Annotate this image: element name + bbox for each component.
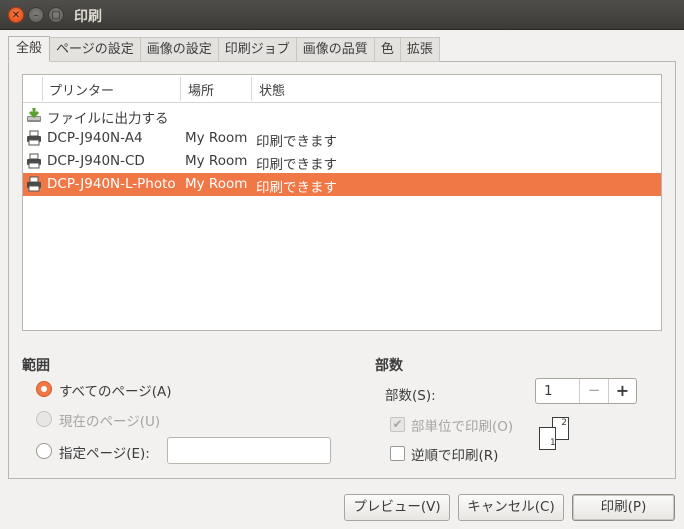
tab-image-quality[interactable]: 画像の品質 (296, 37, 375, 62)
collate-page-front: 1 (539, 427, 556, 450)
tab-image-setup[interactable]: 画像の設定 (140, 37, 219, 62)
tab-print-job[interactable]: 印刷ジョブ (218, 37, 297, 62)
check-icon: ✔ (392, 417, 403, 431)
maximize-icon: □ (51, 10, 61, 21)
printer-location: My Room (185, 153, 248, 169)
printer-row-file[interactable]: ファイルに出力する (23, 104, 661, 127)
printer-location: My Room (185, 130, 248, 146)
tab-general[interactable]: 全般 (8, 36, 51, 62)
tab-advanced[interactable]: 拡張 (400, 37, 440, 62)
minimize-icon: – (33, 10, 39, 21)
copies-heading: 部数 (375, 358, 403, 374)
printer-status: 印刷できます (256, 157, 337, 173)
printer-location: My Room (185, 176, 248, 192)
printer-list-header: プリンター 場所 状態 (23, 75, 661, 103)
printer-row-a4[interactable]: DCP-J940N-A4 My Room 印刷できます (23, 127, 661, 150)
decrement-button: − (579, 379, 608, 403)
collate-checkbox: ✔ (390, 417, 405, 432)
copies-spinner[interactable]: 1 − + (535, 378, 637, 404)
column-location[interactable]: 場所 (188, 80, 214, 99)
pages-input[interactable] (167, 437, 331, 464)
printer-name: DCP-J940N-CD (47, 153, 145, 169)
close-icon: ✕ (11, 10, 21, 21)
title-bar: ✕ – □ 印刷 (0, 0, 684, 30)
printer-status: 印刷できます (256, 134, 337, 150)
print-to-file-icon (26, 107, 42, 123)
printer-row-l-photo[interactable]: DCP-J940N-L-Photo My Room 印刷できます (23, 173, 661, 196)
current-page-radio (36, 411, 52, 427)
copies-label: 部数(S): (385, 388, 436, 404)
increment-button[interactable]: + (608, 379, 636, 403)
window-title: 印刷 (74, 9, 102, 25)
tab-bar: 全般 ページの設定 画像の設定 印刷ジョブ 画像の品質 色 拡張 (8, 36, 440, 62)
copies-value[interactable]: 1 (544, 383, 553, 399)
close-window-button[interactable]: ✕ (8, 7, 24, 23)
specified-pages-radio[interactable] (36, 443, 52, 459)
print-button[interactable]: 印刷(P) (572, 494, 675, 521)
collate-label: 部単位で印刷(O) (411, 419, 514, 435)
current-page-label: 現在のページ(U) (59, 414, 161, 430)
printer-name: DCP-J940N-L-Photo (47, 176, 176, 192)
reverse-checkbox[interactable] (390, 446, 405, 461)
all-pages-label[interactable]: すべてのページ(A) (59, 380, 172, 400)
range-heading: 範囲 (22, 358, 50, 374)
tab-color[interactable]: 色 (374, 37, 401, 62)
printer-status: 印刷できます (256, 180, 337, 196)
minimize-window-button[interactable]: – (28, 7, 44, 23)
printer-name: DCP-J940N-A4 (47, 130, 143, 146)
printer-icon (26, 130, 42, 146)
specified-pages-label[interactable]: 指定ページ(E): (59, 442, 150, 462)
printer-list[interactable]: プリンター 場所 状態 ファイルに出力する DCP-J940N-A4 My Ro… (22, 74, 662, 331)
reverse-label[interactable]: 逆順で印刷(R) (411, 444, 498, 464)
column-status[interactable]: 状態 (259, 80, 285, 99)
printer-icon (26, 176, 42, 192)
printer-icon (26, 153, 42, 169)
preview-button[interactable]: プレビュー(V) (344, 494, 450, 521)
tab-page-setup[interactable]: ページの設定 (50, 37, 141, 62)
printer-row-cd[interactable]: DCP-J940N-CD My Room 印刷できます (23, 150, 661, 173)
maximize-window-button[interactable]: □ (48, 7, 64, 23)
printer-name: ファイルに出力する (47, 111, 169, 127)
all-pages-radio[interactable] (36, 381, 52, 397)
cancel-button[interactable]: キャンセル(C) (458, 494, 564, 521)
column-printer[interactable]: プリンター (49, 80, 114, 99)
